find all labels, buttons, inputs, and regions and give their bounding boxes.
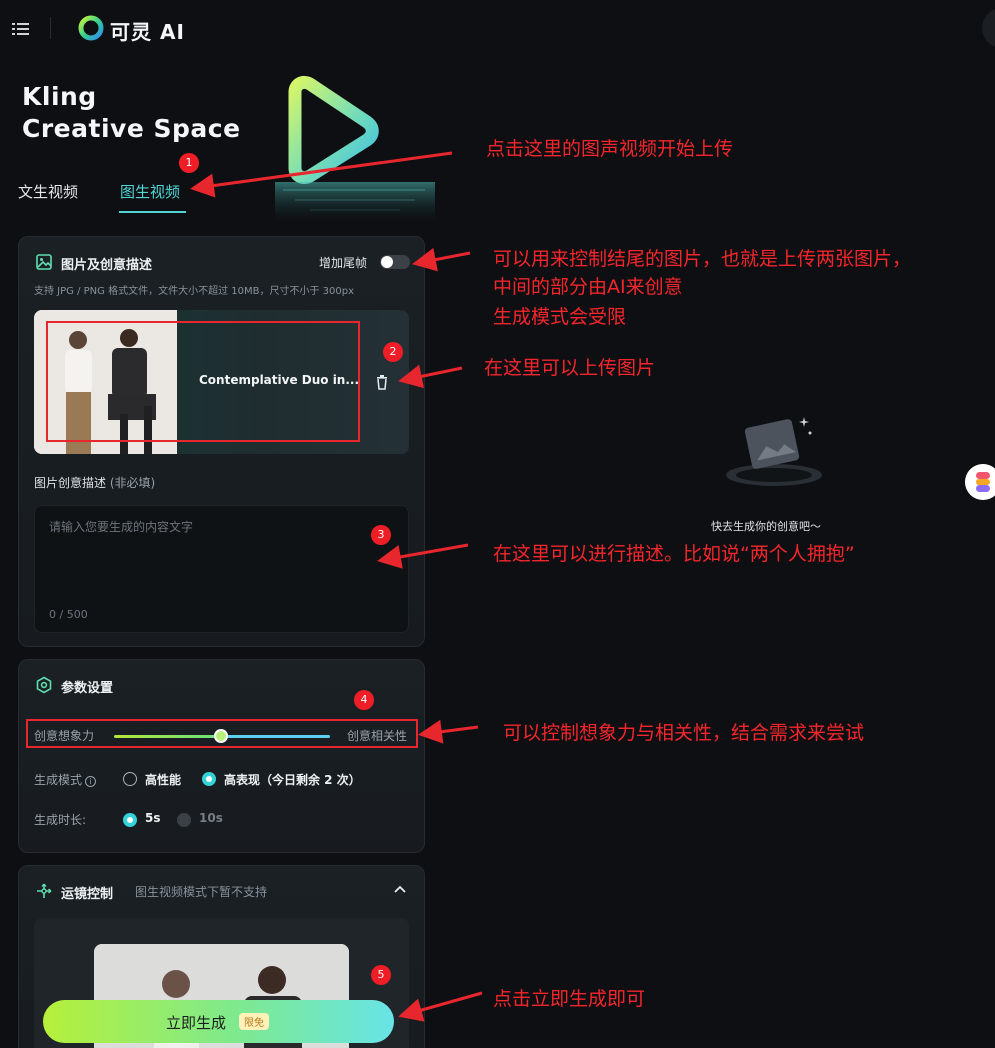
info-icon[interactable]: i	[85, 776, 97, 787]
kling-logo-icon[interactable]	[78, 15, 104, 41]
avatar[interactable]	[982, 8, 995, 48]
description-label: 图片创意描述 (非必填)	[34, 474, 155, 491]
mode-option-performance[interactable]: 高性能	[145, 771, 181, 788]
mode-label-text: 生成模式	[34, 773, 83, 787]
annotation-text-2: 在这里可以上传图片	[484, 357, 656, 379]
description-box: 0 / 500	[34, 505, 409, 633]
annotation-badge-3: 3	[371, 525, 391, 545]
menu-icon[interactable]	[10, 18, 32, 40]
toggle-knob	[381, 256, 393, 268]
duration-radio-5s[interactable]	[123, 813, 137, 827]
description-char-count: 0 / 500	[49, 608, 88, 621]
image-panel-title: 图片及创意描述	[61, 258, 153, 273]
annotation-text-1: 点击这里的图声视频开始上传	[486, 138, 734, 160]
annotation-badge-2: 2	[383, 342, 403, 362]
annotation-badge-5: 5	[371, 965, 391, 985]
free-badge: 限免	[239, 1013, 269, 1030]
annotation-text-endframe-3: 生成模式会受限	[493, 306, 627, 328]
description-label-text: 图片创意描述	[34, 476, 107, 490]
tab-text-to-video[interactable]: 文生视频	[18, 181, 78, 202]
mode-radio-quality[interactable]	[202, 772, 216, 786]
description-input[interactable]	[49, 518, 389, 598]
annotation-text-4: 可以控制想象力与相关性，结合需求来尝试	[503, 722, 865, 744]
end-frame-toggle[interactable]	[380, 255, 410, 269]
params-panel-title: 参数设置	[61, 681, 114, 696]
active-tab-indicator	[119, 211, 186, 213]
upload-hint: 支持 JPG / PNG 格式文件，文件大小不超过 10MB，尺寸不小于 300…	[34, 286, 354, 297]
params-panel: 参数设置 创意想象力 创意相关性 生成模式 i 高性能 高表现（今日剩余 2 次）…	[18, 659, 425, 853]
generate-button[interactable]: 立即生成 限免	[43, 1000, 394, 1043]
trash-icon[interactable]	[374, 374, 390, 390]
generate-button-label: 立即生成	[166, 1014, 227, 1032]
annotation-text-5: 点击立即生成即可	[493, 988, 646, 1010]
image-icon	[36, 254, 52, 270]
annotation-box-upload	[46, 321, 360, 442]
duration-radio-10s[interactable]	[177, 813, 191, 827]
end-frame-label: 增加尾帧	[319, 256, 368, 270]
duration-option-10s[interactable]: 10s	[199, 811, 223, 825]
tab-image-to-video[interactable]: 图生视频	[120, 181, 180, 202]
duration-label: 生成时长:	[34, 813, 87, 827]
mode-option-quality[interactable]: 高表现（今日剩余 2 次）	[224, 771, 361, 788]
chevron-up-icon[interactable]	[392, 881, 408, 897]
brand-name[interactable]: 可灵 AI	[110, 16, 185, 45]
camera-move-icon	[37, 883, 52, 898]
settings-hexagon-icon	[36, 676, 52, 694]
duration-option-5s[interactable]: 5s	[145, 811, 161, 825]
description-optional-note: (非必填)	[109, 476, 156, 490]
mode-label: 生成模式 i	[34, 771, 97, 788]
floating-plugin-icon[interactable]	[965, 464, 995, 500]
empty-state-text: 快去生成你的创意吧～	[711, 520, 821, 533]
annotation-badge-1: 1	[179, 153, 199, 173]
hero-play-logo-icon	[275, 75, 435, 226]
annotation-text-endframe-1: 可以用来控制结尾的图片，也就是上传两张图片，	[493, 248, 912, 270]
camera-unsupported-note: 图生视频模式下暂不支持	[135, 885, 268, 899]
mode-radio-performance[interactable]	[123, 772, 137, 786]
topbar-divider	[50, 17, 51, 39]
annotation-text-endframe-2: 中间的部分由AI来创意	[493, 276, 683, 298]
empty-gallery-icon	[726, 417, 822, 486]
top-bar: 可灵 AI	[0, 0, 995, 58]
hero-title-line1: Kling	[22, 82, 97, 111]
annotation-text-3: 在这里可以进行描述。比如说“两个人拥抱”	[493, 543, 855, 565]
hero-title-line2: Creative Space	[22, 114, 241, 143]
camera-panel-title: 运镜控制	[61, 887, 114, 902]
annotation-box-slider	[26, 719, 418, 748]
annotation-badge-4: 4	[354, 690, 374, 710]
